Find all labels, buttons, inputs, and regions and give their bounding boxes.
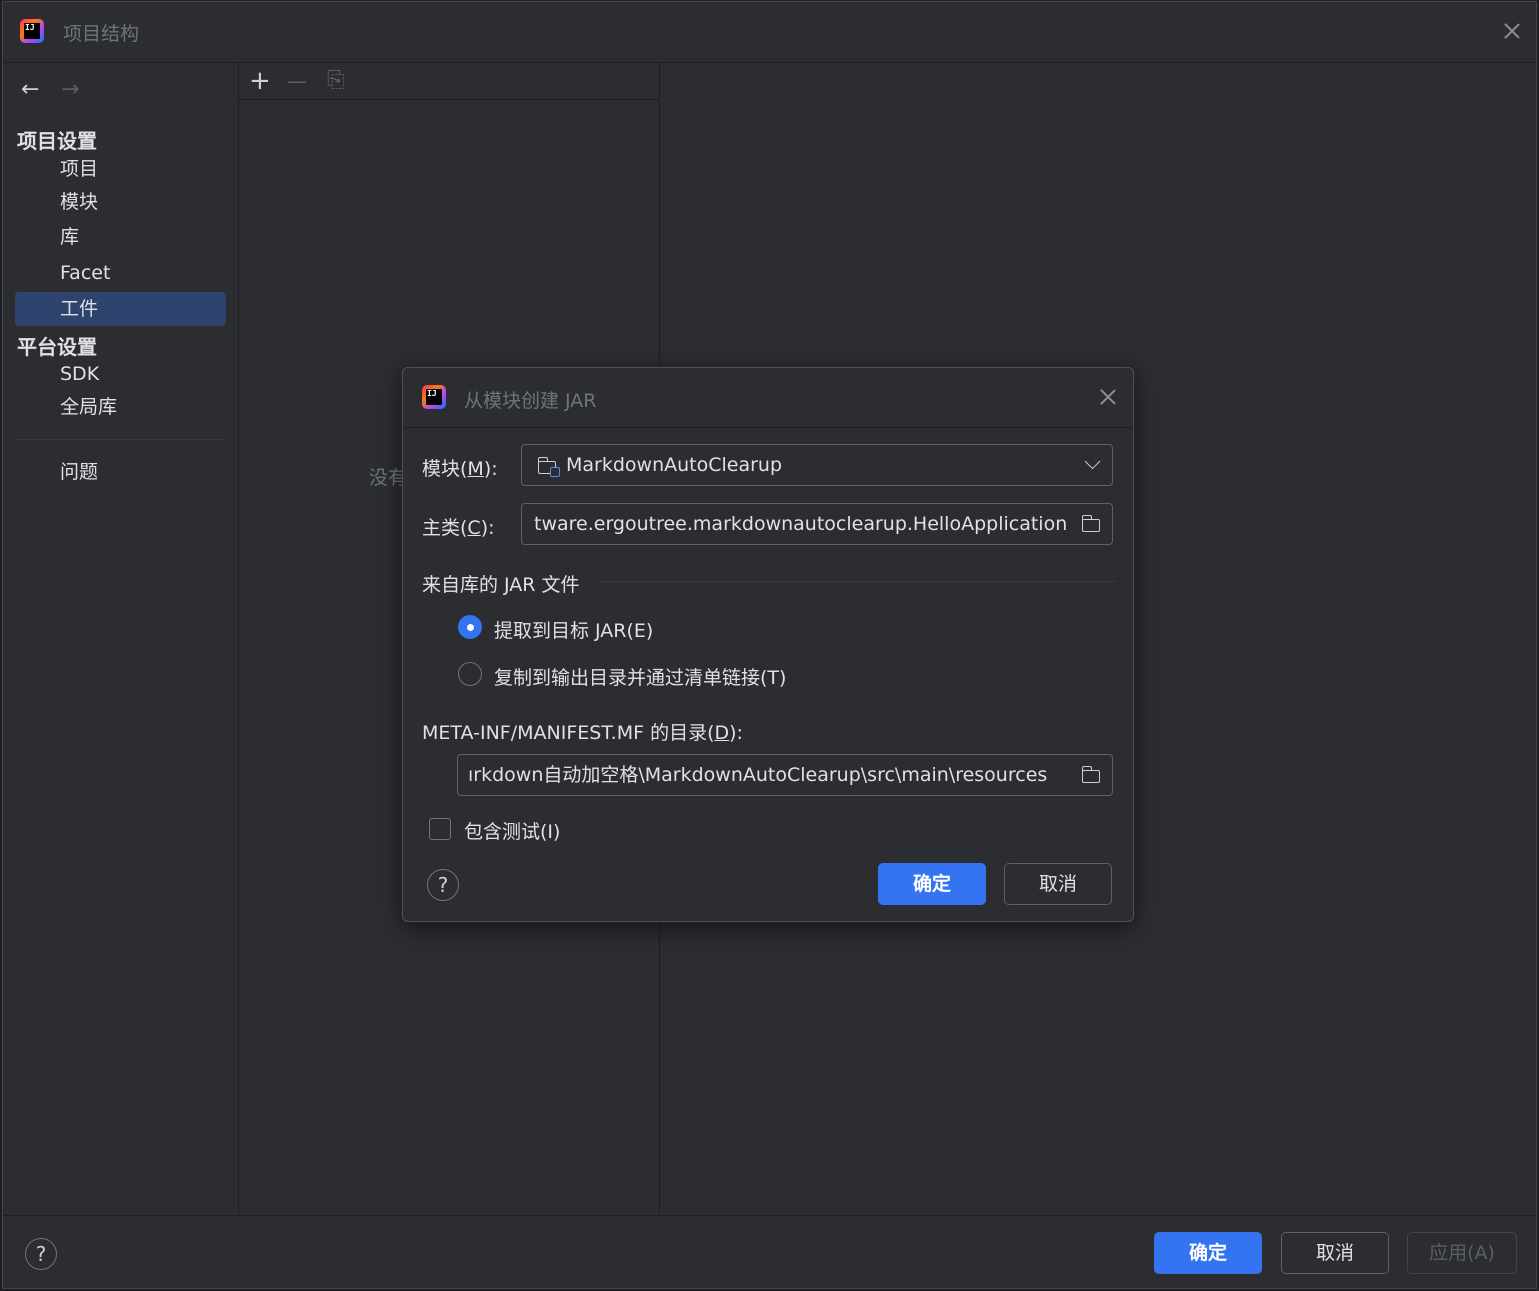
module-folder-icon (537, 457, 560, 477)
copy-and-link-label[interactable]: 复制到输出目录并通过清单链接(T) (494, 663, 786, 690)
sidebar-item-label: 工件 (60, 298, 99, 320)
ok-button[interactable]: 确定 (1154, 1232, 1262, 1274)
copy-icon[interactable]: ⎘ (327, 67, 345, 95)
module-select[interactable]: MarkdownAutoClearup (521, 444, 1113, 486)
intellij-logo-icon: IJ (422, 385, 446, 409)
sidebar-item-label: SDK (60, 363, 100, 385)
dialog-ok-button[interactable]: 确定 (878, 863, 986, 905)
dialog-title-bar: IJ 从模块创建 JAR (403, 368, 1133, 428)
remove-icon[interactable]: — (287, 67, 307, 95)
window-title: 项目结构 (63, 23, 140, 45)
title-bar: IJ 项目结构 (3, 2, 1536, 63)
manifest-dir-value: ırkdown自动加空格\MarkdownAutoClearup\src\mai… (468, 764, 1048, 786)
dialog-title: 从模块创建 JAR (464, 390, 597, 412)
manifest-dir-field[interactable]: ırkdown自动加空格\MarkdownAutoClearup\src\mai… (457, 754, 1113, 796)
sidebar-item-facets[interactable]: Facet (15, 256, 226, 290)
extract-to-jar-radio[interactable] (458, 615, 482, 639)
main-class-label: 主类(C): (422, 517, 495, 539)
help-button[interactable]: ? (25, 1238, 57, 1270)
sidebar-item-label: 项目 (60, 158, 99, 180)
project-settings-heading: 项目设置 (17, 129, 97, 153)
create-jar-dialog: IJ 从模块创建 JAR 模块(M): MarkdownAutoClearup … (402, 367, 1134, 922)
main-class-value: tware.ergoutree.markdownautoclearup.Hell… (534, 513, 1068, 535)
sidebar-divider (17, 439, 225, 440)
sidebar-item-artifacts[interactable]: 工件 (15, 292, 226, 326)
sidebar-item-libraries[interactable]: 库 (15, 220, 226, 254)
jar-files-group-title: 来自库的 JAR 文件 (422, 574, 580, 596)
sidebar-item-label: 模块 (60, 191, 99, 213)
sidebar-item-label: 全局库 (60, 396, 118, 418)
dialog-close-icon[interactable] (1097, 386, 1119, 408)
apply-button[interactable]: 应用(A) (1407, 1232, 1517, 1274)
extract-to-jar-label[interactable]: 提取到目标 JAR(E) (494, 616, 653, 643)
sidebar-item-sdk[interactable]: SDK (15, 357, 226, 391)
window-close-icon[interactable] (1501, 20, 1523, 42)
sidebar-item-label: Facet (60, 262, 111, 284)
sidebar-item-label: 库 (60, 226, 80, 248)
sidebar-item-label: 问题 (60, 461, 99, 483)
settings-sidebar: ← → 项目设置 项目 模块 库 Facet 工件 平台设置 SDK 全局库 问… (3, 63, 239, 1215)
cancel-button[interactable]: 取消 (1281, 1232, 1389, 1274)
dialog-cancel-button[interactable]: 取消 (1004, 863, 1112, 905)
include-tests-checkbox[interactable] (429, 818, 451, 840)
add-icon[interactable]: + (249, 67, 271, 95)
main-class-field[interactable]: tware.ergoutree.markdownautoclearup.Hell… (521, 503, 1113, 545)
platform-settings-heading: 平台设置 (17, 335, 97, 359)
module-select-value: MarkdownAutoClearup (566, 454, 783, 476)
sidebar-item-problems[interactable]: 问题 (15, 455, 226, 489)
browse-folder-icon[interactable] (1081, 515, 1100, 532)
chevron-down-icon (1084, 453, 1101, 470)
include-tests-label[interactable]: 包含测试(I) (464, 817, 560, 844)
forward-arrow-icon[interactable]: → (61, 77, 79, 102)
back-arrow-icon[interactable]: ← (21, 77, 39, 102)
artifacts-toolbar: + — ⎘ (239, 63, 659, 100)
sidebar-item-project[interactable]: 项目 (15, 152, 226, 186)
sidebar-item-global-libraries[interactable]: 全局库 (15, 390, 226, 424)
intellij-logo-icon: IJ (20, 19, 44, 43)
browse-folder-icon[interactable] (1081, 766, 1100, 783)
dialog-help-button[interactable]: ? (427, 869, 459, 901)
bottom-bar: ? 确定 取消 应用(A) (3, 1215, 1536, 1288)
module-label: 模块(M): (422, 458, 498, 480)
group-divider (598, 581, 1116, 582)
manifest-dir-label: META-INF/MANIFEST.MF 的目录(D): (422, 722, 743, 744)
sidebar-item-modules[interactable]: 模块 (15, 185, 226, 219)
copy-and-link-radio[interactable] (458, 662, 482, 686)
